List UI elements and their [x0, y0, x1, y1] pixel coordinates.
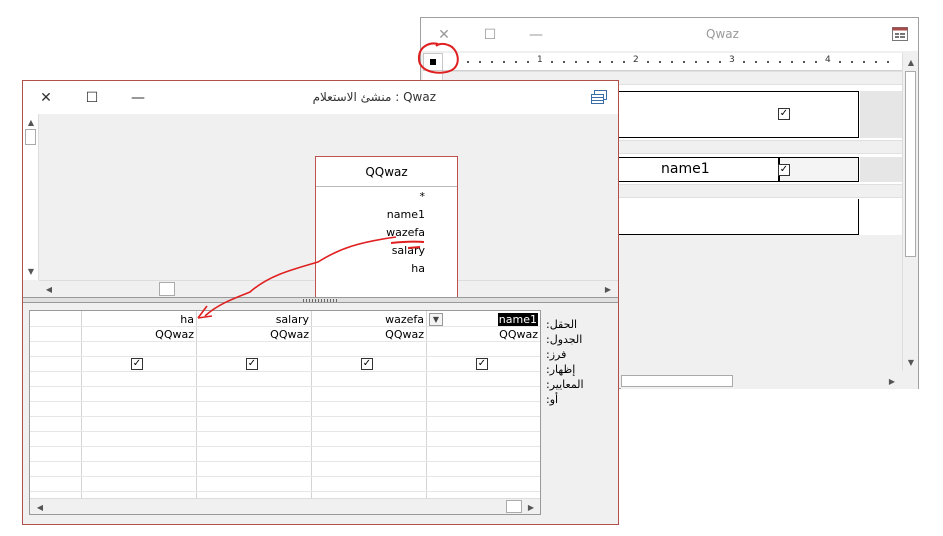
- minimize-icon[interactable]: —: [513, 18, 559, 51]
- form-control-box[interactable]: [618, 91, 859, 138]
- form-titlebar: ✕ ☐ — Qwaz: [421, 18, 918, 51]
- ruler-number: 1: [537, 55, 543, 65]
- grid-table-cell[interactable]: QQwaz: [81, 327, 196, 342]
- scroll-thumb[interactable]: [621, 375, 733, 387]
- row-label-table: الجدول:: [546, 333, 583, 346]
- scroll-up-icon[interactable]: ▲: [903, 55, 919, 69]
- scroll-right-icon[interactable]: ▶: [884, 374, 900, 388]
- scroll-thumb[interactable]: [905, 71, 916, 257]
- pane-splitter[interactable]: [23, 297, 618, 303]
- query-designer-window: ✕ ☐ — Qwaz : منشئ الاستعلام ▲ ▼ ◀ ▶ QQwa…: [22, 80, 619, 525]
- close-icon[interactable]: ✕: [23, 81, 69, 114]
- grid-field-cell[interactable]: salary: [196, 312, 311, 327]
- scroll-thumb[interactable]: [159, 282, 175, 296]
- scroll-down-icon[interactable]: ▼: [23, 264, 39, 278]
- scroll-left-icon[interactable]: ◀: [32, 500, 48, 514]
- maximize-icon[interactable]: ☐: [467, 18, 513, 51]
- checkbox-cell[interactable]: [779, 157, 859, 182]
- minimize-icon[interactable]: —: [115, 81, 161, 114]
- table-field-list[interactable]: QQwaz * name1 wazefa salary ha: [315, 156, 458, 300]
- table-pane: ▲ ▼ ◀ ▶ QQwaz * name1 wazefa salary ha: [23, 114, 618, 300]
- check-icon[interactable]: ✓: [476, 358, 488, 370]
- ruler-number: 3: [729, 55, 735, 65]
- row-label-field: الحقل:: [546, 318, 578, 331]
- check-icon[interactable]: ✓: [778, 108, 790, 120]
- grid-field-cell[interactable]: ha: [81, 312, 196, 327]
- scroll-right-icon[interactable]: ▶: [600, 282, 616, 296]
- scroll-thumb[interactable]: [25, 129, 36, 145]
- ruler-number: 4: [825, 55, 831, 65]
- form-app-icon: [892, 27, 908, 41]
- chevron-down-icon[interactable]: ▼: [429, 313, 443, 326]
- check-icon[interactable]: ✓: [246, 358, 258, 370]
- grid-table-cell[interactable]: QQwaz: [426, 327, 540, 342]
- name1-textbox[interactable]: name1: [618, 157, 779, 182]
- scroll-up-icon[interactable]: ▲: [23, 115, 39, 129]
- scroll-thumb[interactable]: [506, 500, 522, 513]
- scroll-right-icon[interactable]: ▶: [523, 500, 539, 514]
- design-grid: name1 ▼ QQwaz ✓ wazefa QQwaz ✓ salary QQ…: [29, 310, 541, 515]
- check-icon[interactable]: ✓: [778, 164, 790, 176]
- grid-field-cell[interactable]: wazefa: [311, 312, 426, 327]
- table-pane-vertical-scrollbar[interactable]: ▲ ▼: [23, 114, 39, 280]
- name1-textbox-label: name1: [661, 161, 710, 177]
- scroll-down-icon[interactable]: ▼: [903, 355, 919, 369]
- horizontal-ruler: 1 2 3 4: [443, 53, 902, 71]
- grid-table-cell[interactable]: QQwaz: [196, 327, 311, 342]
- form-footer-box[interactable]: [618, 199, 859, 235]
- form-selector-box[interactable]: [423, 53, 443, 71]
- query-window-title: Qwaz : منشئ الاستعلام: [312, 90, 436, 104]
- grid-field-cell[interactable]: name1: [426, 312, 540, 327]
- scroll-left-icon[interactable]: ◀: [41, 282, 57, 296]
- close-icon[interactable]: ✕: [421, 18, 467, 51]
- form-horizontal-scrollbar[interactable]: ▶: [621, 373, 918, 389]
- splitter-grip[interactable]: [303, 299, 339, 302]
- field-list-item[interactable]: ha: [411, 262, 425, 275]
- form-window-title: Qwaz: [706, 27, 739, 41]
- form-vertical-scrollbar[interactable]: ▲ ▼: [902, 53, 918, 371]
- field-list-item[interactable]: name1: [387, 208, 425, 221]
- field-list-item[interactable]: *: [420, 190, 426, 203]
- form-shaded-area: [860, 91, 902, 138]
- row-label-show: إظهار:: [546, 363, 576, 376]
- row-label-sort: فرز:: [546, 348, 567, 361]
- query-titlebar: ✕ ☐ — Qwaz : منشئ الاستعلام: [23, 81, 618, 114]
- grid-table-cell[interactable]: QQwaz: [311, 327, 426, 342]
- field-list-item[interactable]: wazefa: [386, 226, 425, 239]
- check-icon[interactable]: ✓: [131, 358, 143, 370]
- maximize-icon[interactable]: ☐: [69, 81, 115, 114]
- row-label-or: أو:: [546, 393, 559, 406]
- field-list-item[interactable]: salary: [392, 244, 425, 257]
- grid-field-name1[interactable]: name1: [497, 313, 538, 326]
- form-shaded-area: [860, 157, 902, 182]
- table-title[interactable]: QQwaz: [316, 157, 457, 187]
- ruler-number: 2: [633, 55, 639, 65]
- row-label-criteria: المعايير:: [546, 378, 584, 391]
- query-app-icon: [591, 90, 607, 104]
- grid-horizontal-scrollbar[interactable]: ◀ ▶: [30, 498, 540, 514]
- check-icon[interactable]: ✓: [361, 358, 373, 370]
